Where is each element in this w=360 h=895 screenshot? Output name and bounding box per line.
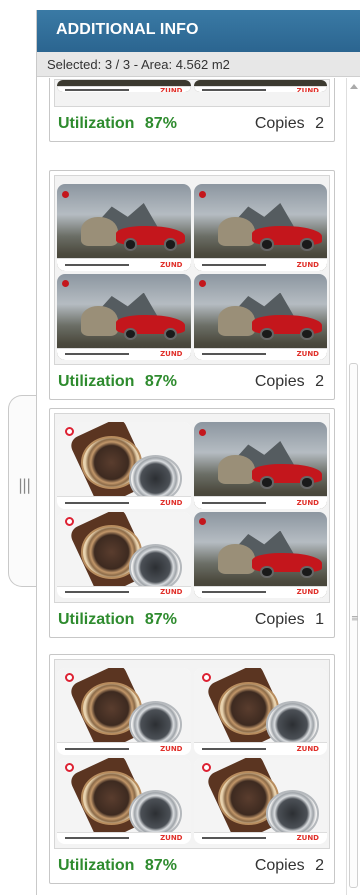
utilization-label: Utilization: [58, 611, 135, 628]
car-tile: ZUND: [57, 184, 191, 271]
brand-mark: ZUND: [160, 834, 183, 842]
layout-card[interactable]: ZUND ZUND ZUND ZUND Utilization 87% Copi…: [49, 408, 335, 638]
copies-value: 1: [315, 611, 324, 628]
collapse-handle-icon: |||: [18, 476, 31, 494]
car-tile: ZUND: [193, 273, 327, 360]
copies-value: 2: [315, 373, 324, 390]
car-tile: ZUND: [193, 184, 327, 271]
car-tile: ZUND: [57, 273, 191, 360]
brand-mark: ZUND: [160, 87, 183, 92]
area-value: 4.562 m2: [175, 57, 230, 72]
brand-mark: ZUND: [160, 350, 183, 358]
utilization-value: 87%: [144, 115, 177, 132]
utilization-label: Utilization: [58, 115, 135, 132]
copies-label: Copies: [254, 857, 305, 874]
copies-label: Copies: [254, 373, 305, 390]
additional-info-panel: ADDITIONAL INFO Selected: 3 / 3 - Area: …: [36, 10, 360, 895]
layout-card[interactable]: ZUND ZUND Utilization 87% Copies 2: [49, 78, 335, 142]
car-tile: ZUND: [193, 511, 327, 598]
watch-tile: ZUND: [193, 668, 327, 755]
selected-label: Selected:: [47, 57, 102, 72]
collapse-handle[interactable]: |||: [8, 395, 38, 587]
card-footer: Utilization 87% Copies 2: [54, 849, 330, 883]
copies-label: Copies: [254, 115, 305, 132]
car-tile: ZUND: [57, 80, 191, 92]
copies-label: Copies: [254, 611, 305, 628]
utilization-value: 87%: [144, 857, 177, 874]
card-footer: Utilization 87% Copies 2: [54, 107, 330, 141]
brand-mark: ZUND: [296, 498, 319, 507]
layout-preview: ZUND ZUND ZUND ZUND: [54, 175, 330, 365]
brand-mark: ZUND: [160, 498, 183, 507]
layout-preview: ZUND ZUND: [54, 79, 330, 107]
panel-title: ADDITIONAL INFO: [37, 10, 360, 52]
brand-mark: ZUND: [160, 588, 183, 596]
watch-tile: ZUND: [193, 757, 327, 844]
copies-value: 2: [315, 115, 324, 132]
layout-list[interactable]: ZUND ZUND Utilization 87% Copies 2 ZUND …: [37, 78, 347, 895]
car-tile: ZUND: [193, 422, 327, 509]
selection-summary: Selected: 3 / 3 - Area: 4.562 m2: [37, 52, 360, 77]
utilization-label: Utilization: [58, 373, 135, 390]
brand-mark: ZUND: [296, 744, 319, 753]
utilization-value: 87%: [144, 373, 177, 390]
layout-card[interactable]: ZUND ZUND ZUND ZUND Utilization 87% Copi…: [49, 170, 335, 400]
watch-tile: ZUND: [57, 511, 191, 598]
card-footer: Utilization 87% Copies 1: [54, 603, 330, 637]
brand-mark: ZUND: [296, 834, 319, 842]
watch-tile: ZUND: [57, 422, 191, 509]
side-collapse-area: |||: [0, 0, 40, 895]
layout-preview: ZUND ZUND ZUND ZUND: [54, 413, 330, 603]
car-tile: ZUND: [193, 80, 327, 92]
scroll-up-arrow-icon[interactable]: [350, 84, 358, 89]
area-label: Area:: [141, 57, 173, 72]
layout-preview: ZUND ZUND ZUND ZUND: [54, 659, 330, 849]
brand-mark: ZUND: [296, 588, 319, 596]
watch-tile: ZUND: [57, 668, 191, 755]
card-footer: Utilization 87% Copies 2: [54, 365, 330, 399]
scroll-grip-icon: ≡: [351, 614, 359, 624]
utilization-value: 87%: [144, 611, 177, 628]
utilization-label: Utilization: [58, 857, 135, 874]
brand-mark: ZUND: [296, 350, 319, 358]
selected-value: 3 / 3: [104, 57, 131, 72]
layout-card[interactable]: ZUND ZUND ZUND ZUND Utilization 87% Copi…: [49, 654, 335, 884]
brand-mark: ZUND: [296, 260, 319, 269]
scroll-thumb[interactable]: ≡: [349, 363, 359, 888]
copies-value: 2: [315, 857, 324, 874]
summary-separator: -: [133, 57, 139, 72]
watch-tile: ZUND: [57, 757, 191, 844]
brand-mark: ZUND: [296, 87, 319, 92]
vertical-scrollbar[interactable]: ≡: [346, 78, 360, 895]
brand-mark: ZUND: [160, 260, 183, 269]
brand-mark: ZUND: [160, 744, 183, 753]
